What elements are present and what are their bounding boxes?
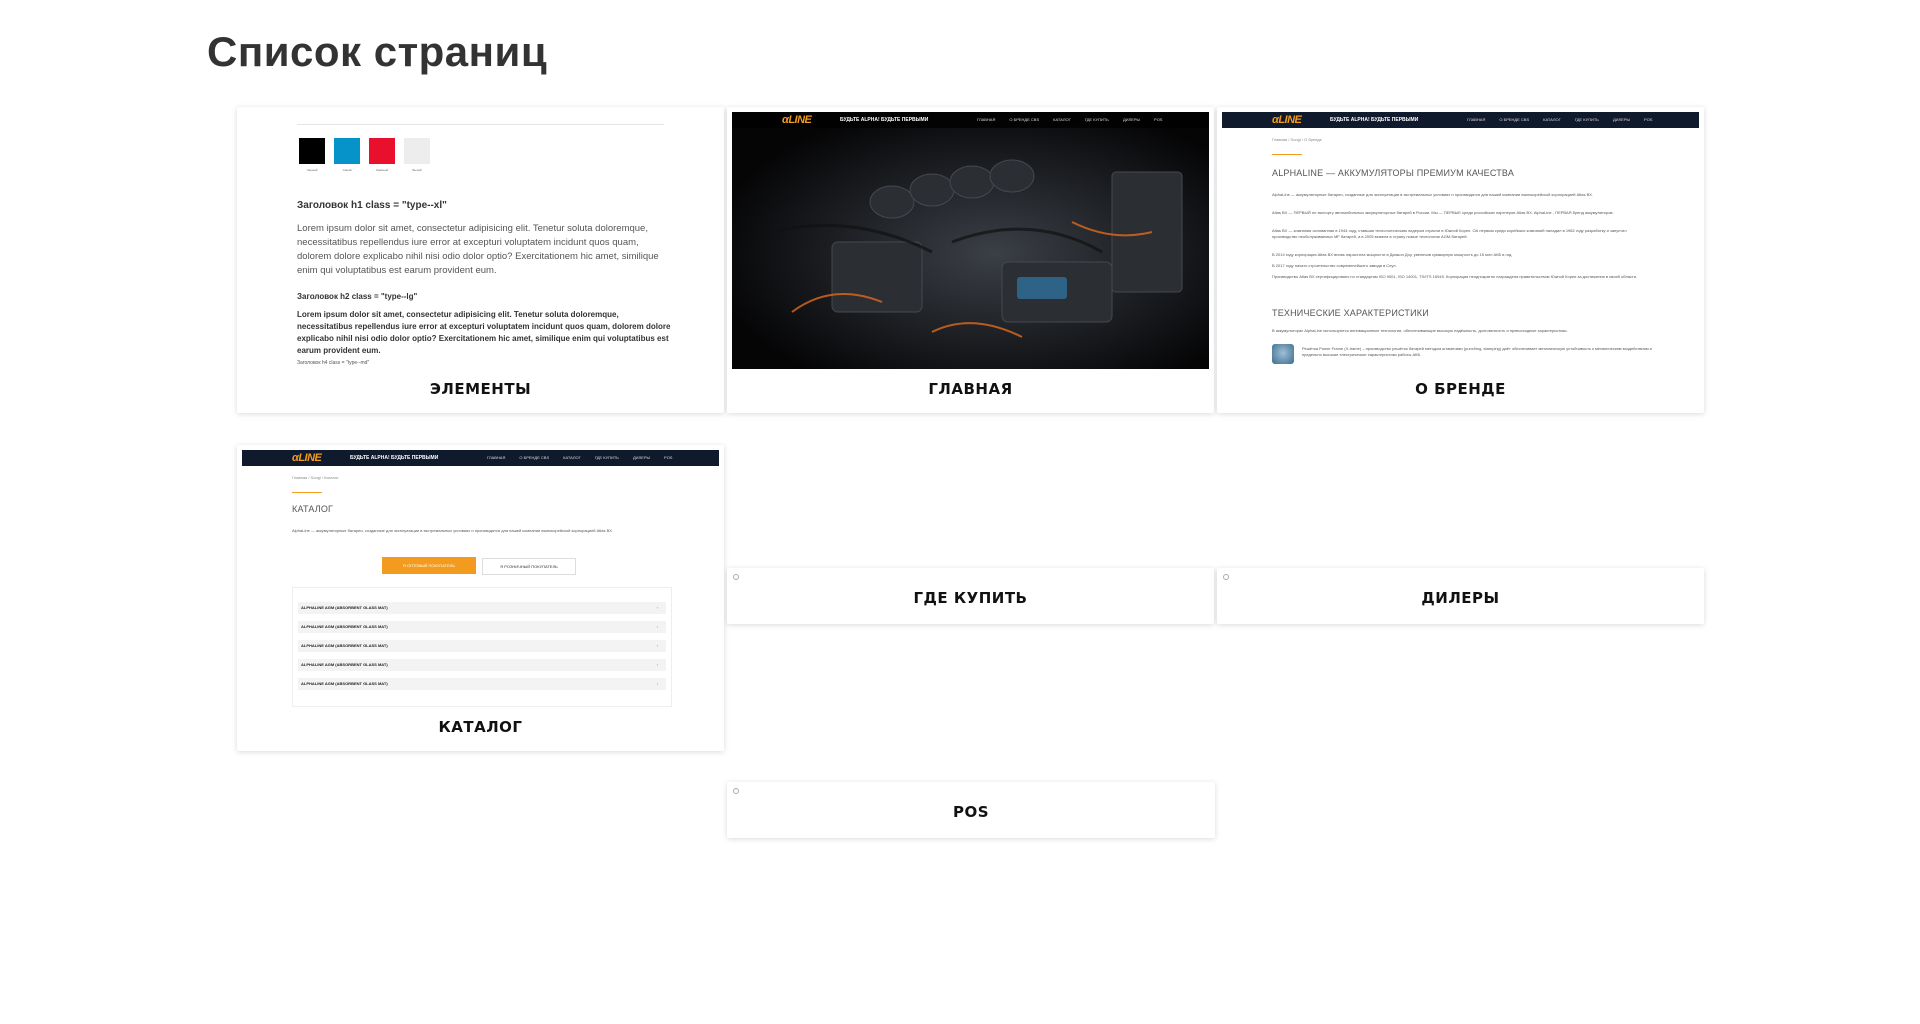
sample-paragraph: Lorem ipsum dolor sit amet, consectetur … (297, 223, 659, 276)
swatch-label: Синий (342, 168, 352, 172)
card-caption: ЭЛЕМЕНТЫ (429, 380, 532, 398)
nav-link: ГЛАВНАЯ (1467, 117, 1486, 122)
card-caption: ГДЕ КУПИТЬ (913, 589, 1028, 607)
nav-link: ГЛАВНАЯ (977, 117, 996, 122)
about-heading: ALPHALINE — АККУМУЛЯТОРЫ ПРЕМИУМ КАЧЕСТВ… (1272, 168, 1515, 178)
catalog-intro: AlphaLine — аккумуляторные батареи, созд… (292, 528, 614, 533)
card-caption: ГЛАВНАЯ (928, 380, 1013, 398)
nav-link: ДИЛЕРЫ (1612, 117, 1631, 122)
tagline: БУДЬТЕ ALPHA! БУДЬТЕ ПЕРВЫМИ (1330, 117, 1419, 123)
catalog-row: ALPHALINE AGM (ABSORBENT GLASS MAT) (298, 621, 666, 633)
site-nav-bar: αLINE БУДЬТЕ ALPHA! БУДЬТЕ ПЕРВЫМИ ГЛАВН… (242, 450, 719, 466)
tagline: БУДЬТЕ ALPHA! БУДЬТЕ ПЕРВЫМИ (840, 117, 929, 123)
nav-link: КАТАЛОГ (1053, 117, 1071, 122)
site-nav-bar: αLINE БУДЬТЕ ALPHA! БУДЬТЕ ПЕРВЫМИ ГЛАВН… (732, 112, 1209, 128)
about-paragraph: AlphaLine — аккумуляторные батареи, созд… (1272, 192, 1594, 197)
breadcrumb: Главная / Songl / Каталог (292, 475, 339, 480)
card-caption: О БРЕНДЕ (1415, 380, 1506, 398)
about-paragraph: Atlas BX — компания основанная в 1944 го… (1272, 228, 1627, 239)
swatch-label: Черный (306, 168, 318, 172)
page-card-dealers[interactable]: ДИЛЕРЫ (1217, 568, 1704, 624)
page-card-about[interactable]: αLINE БУДЬТЕ ALPHA! БУДЬТЕ ПЕРВЫМИ ГЛАВН… (1217, 107, 1704, 413)
brand-logo: αLINE (782, 114, 812, 126)
divider (297, 124, 664, 125)
swatch-label: Красный (375, 168, 389, 172)
color-swatch-blue (334, 138, 360, 164)
page-card-where-to-buy[interactable]: ГДЕ КУПИТЬ (727, 568, 1214, 624)
battery-frame-icon (1272, 344, 1294, 364)
card-caption: КАТАЛОГ (438, 718, 523, 736)
page-card-pos[interactable]: POS (727, 782, 1215, 838)
catalog-list: ALPHALINE AGM (ABSORBENT GLASS MAT) ALPH… (292, 587, 672, 707)
broken-image-icon (1223, 574, 1229, 580)
catalog-row: ALPHALINE AGM (ABSORBENT GLASS MAT) (298, 640, 666, 652)
card-caption: POS (952, 803, 990, 821)
nav-links: ГЛАВНАЯ О БРЕНДЕ CBS КАТАЛОГ ГДЕ КУПИТЬ ДИЛЕ… (977, 117, 1176, 122)
nav-link: ГЛАВНАЯ (487, 455, 506, 460)
catalog-row: ALPHALINE AGM (ABSORBENT GLASS MAT) (298, 659, 666, 671)
broken-image-icon (733, 574, 739, 580)
about-heading-2: ТЕХНИЧЕСКИЕ ХАРАКТЕРИСТИКИ (1272, 308, 1429, 318)
catalog-heading: КАТАЛОГ (292, 504, 334, 514)
nav-link: О БРЕНДЕ CBS (519, 455, 550, 460)
brand-logo: αLINE (292, 452, 322, 464)
about-paragraph: Производство Atlas BX сертифицировано по… (1272, 274, 1638, 279)
nav-link: КАТАЛОГ (563, 455, 581, 460)
sample-bold-paragraph: Lorem ipsum dolor sit amet, consectetur … (297, 310, 671, 355)
nav-link: КАТАЛОГ (1543, 117, 1561, 122)
accent-line (1272, 154, 1302, 155)
page-preview-catalog: αLINE БУДЬТЕ ALPHA! БУДЬТЕ ПЕРВЫМИ ГЛАВН… (242, 450, 719, 707)
page-title: Список страниц (207, 28, 548, 75)
page-card-main[interactable]: αLINE БУДЬТЕ ALPHA! БУДЬТЕ ПЕРВЫМИ ГЛАВН… (727, 107, 1214, 413)
nav-link: POS (1154, 117, 1163, 122)
broken-image-icon (733, 788, 739, 794)
about-paragraph: В аккумуляторах AlphaLine используются и… (1272, 328, 1568, 333)
breadcrumb: Главная / Songl / О бренде (1272, 137, 1322, 142)
color-swatch-black (299, 138, 325, 164)
card-caption: ДИЛЕРЫ (1421, 589, 1500, 607)
nav-link: ДИЛЕРЫ (1122, 117, 1141, 122)
color-swatch-white (404, 138, 430, 164)
site-nav-bar: αLINE БУДЬТЕ ALPHA! БУДЬТЕ ПЕРВЫМИ ГЛАВН… (1222, 112, 1699, 128)
about-paragraph: В 2017 году начато строительство совреме… (1272, 263, 1397, 268)
nav-link: О БРЕНДЕ CBS (1499, 117, 1530, 122)
nav-links: ГЛАВНАЯ О БРЕНДЕ CBS КАТАЛОГ ГДЕ КУПИТЬ ДИЛЕ… (487, 455, 686, 460)
swatch-label: Белый (412, 168, 422, 172)
nav-link: ДИЛЕРЫ (632, 455, 651, 460)
page-preview-about: αLINE БУДЬТЕ ALPHA! БУДЬТЕ ПЕРВЫМИ ГЛАВН… (1222, 112, 1699, 369)
nav-link: ГДЕ КУПИТЬ (594, 455, 619, 460)
about-paragraph: Atlas BX — ПЕРВЫЙ по экспорту автомобиль… (1272, 210, 1614, 215)
about-paragraph: Решётка Power Frame (X-frame) – производ… (1302, 346, 1652, 357)
nav-link: POS (664, 455, 673, 460)
page-card-catalog[interactable]: αLINE БУДЬТЕ ALPHA! БУДЬТЕ ПЕРВЫМИ ГЛАВН… (237, 445, 724, 751)
engine-photo (732, 112, 1209, 369)
about-paragraph: В 2014 году корпорация Atlas BX вновь на… (1272, 252, 1513, 257)
page-preview-main: αLINE БУДЬТЕ ALPHA! БУДЬТЕ ПЕРВЫМИ ГЛАВН… (732, 112, 1209, 369)
nav-link: О БРЕНДЕ CBS (1009, 117, 1040, 122)
color-swatch-red (369, 138, 395, 164)
sample-h2: Заголовок h2 class = "type--lg" (297, 292, 418, 301)
tagline: БУДЬТЕ ALPHA! БУДЬТЕ ПЕРВЫМИ (350, 455, 439, 461)
wholesale-buyer-button: Я ОПТОВЫЙ ПОКУПАТЕЛЬ (382, 557, 476, 574)
page-preview-elements: Черный Синий Красный Белый Заголовок h1 … (242, 112, 719, 369)
catalog-row: ALPHALINE AGM (ABSORBENT GLASS MAT) (298, 678, 666, 690)
accent-line (292, 492, 322, 493)
retail-buyer-button: Я РОЗНИЧНЫЙ ПОКУПАТЕЛЬ (482, 558, 576, 575)
nav-link: ГДЕ КУПИТЬ (1084, 117, 1109, 122)
nav-link: ГДЕ КУПИТЬ (1574, 117, 1599, 122)
nav-links: ГЛАВНАЯ О БРЕНДЕ CBS КАТАЛОГ ГДЕ КУПИТЬ ДИЛЕ… (1467, 117, 1666, 122)
page-card-elements[interactable]: Черный Синий Красный Белый Заголовок h1 … (237, 107, 724, 413)
sample-h1: Заголовок h1 class = "type--xl" (297, 200, 447, 211)
nav-link: POS (1644, 117, 1653, 122)
sample-h4: Заголовок h4 class = "type--md" (297, 360, 370, 366)
catalog-row: ALPHALINE AGM (ABSORBENT GLASS MAT) (298, 602, 666, 614)
brand-logo: αLINE (1272, 114, 1302, 126)
